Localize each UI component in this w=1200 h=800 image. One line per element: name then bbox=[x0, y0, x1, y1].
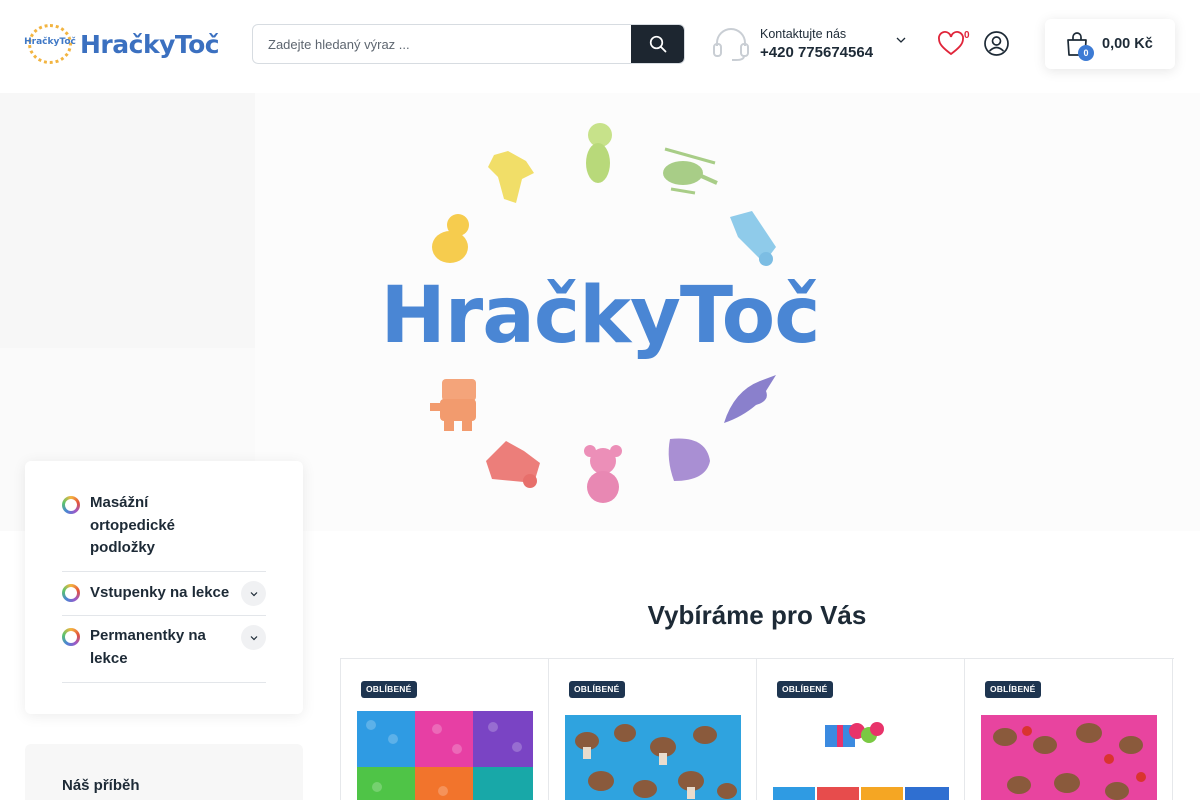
category-label: Permanentky na lekce bbox=[90, 627, 206, 667]
category-expand-toggle[interactable] bbox=[241, 625, 266, 650]
cart-total: 0,00 Kč bbox=[1102, 36, 1153, 52]
product-image-gift-set bbox=[773, 722, 949, 800]
logo-badge: HračkyToč bbox=[24, 22, 76, 66]
category-menu: Masážní ortopedické podložky Vstupenky n… bbox=[25, 461, 303, 714]
dog-toy-icon bbox=[488, 151, 534, 203]
product-badge: OBLÍBENÉ bbox=[777, 681, 833, 698]
contact-phone[interactable]: +420 775674564 bbox=[760, 44, 873, 61]
robot-toy-icon bbox=[430, 379, 476, 431]
hero-brand-logo: HračkyToč bbox=[380, 271, 820, 361]
wishlist-count: 0 bbox=[964, 30, 970, 41]
bird-toy-icon bbox=[724, 375, 776, 423]
product-badge: OBLÍBENÉ bbox=[361, 681, 417, 698]
category-expand-toggle[interactable] bbox=[241, 581, 266, 606]
search-bar bbox=[252, 24, 685, 64]
logo-badge-text: HračkyToč bbox=[24, 37, 76, 47]
category-item-lesson-passes[interactable]: Permanentky na lekce bbox=[62, 616, 266, 683]
helicopter-toy-icon bbox=[663, 147, 718, 195]
car-toy-icon bbox=[730, 211, 776, 266]
teddy-bear-toy-icon bbox=[584, 445, 622, 503]
headset-icon bbox=[713, 28, 749, 61]
section-title: Vybíráme pro Vás bbox=[647, 600, 867, 630]
leaf-toy-icon bbox=[668, 438, 710, 481]
product-card[interactable]: OBLÍBENÉ bbox=[965, 659, 1173, 800]
search-icon bbox=[649, 35, 666, 53]
wishlist-heart-icon[interactable] bbox=[937, 30, 965, 58]
product-image-multicolor-mat bbox=[357, 711, 533, 800]
product-card[interactable]: OBLÍBENÉ bbox=[757, 659, 965, 800]
product-grid: OBLÍBENÉ OBLÍBENÉ OBLÍBENÉ OBLÍBENÉ bbox=[340, 658, 1174, 800]
category-bullet-icon bbox=[62, 496, 80, 514]
user-account-icon[interactable] bbox=[983, 30, 1010, 57]
chevron-down-icon bbox=[250, 591, 257, 596]
our-story-title[interactable]: Náš příběh bbox=[62, 777, 140, 794]
category-bullet-icon bbox=[62, 584, 80, 602]
logo-wordmark: HračkyToč bbox=[80, 29, 220, 59]
category-label: Masážní ortopedické podložky bbox=[90, 494, 176, 556]
product-image-mushroom-mat-blue bbox=[565, 715, 741, 800]
our-story-card: Náš příběh bbox=[25, 744, 303, 800]
hero-left-panel bbox=[0, 93, 255, 348]
search-button[interactable] bbox=[631, 25, 684, 63]
chevron-down-icon bbox=[896, 37, 906, 43]
bottle-toy-icon bbox=[586, 123, 612, 183]
product-image-mushroom-mat-pink bbox=[981, 715, 1157, 800]
chevron-down-icon bbox=[250, 635, 257, 640]
category-label: Vstupenky na lekce bbox=[90, 584, 230, 601]
truck-toy-icon bbox=[486, 441, 540, 488]
search-input[interactable] bbox=[253, 25, 633, 63]
site-logo[interactable]: HračkyToč HračkyToč bbox=[24, 22, 222, 66]
cart-count-badge: 0 bbox=[1078, 45, 1094, 61]
contact-dropdown[interactable]: Kontaktujte nás +420 775674564 bbox=[712, 24, 912, 64]
site-header: HračkyToč HračkyToč Kontaktujte nás +420… bbox=[0, 0, 1200, 88]
category-item-lesson-tickets[interactable]: Vstupenky na lekce bbox=[62, 572, 266, 616]
category-item-massage-mats[interactable]: Masážní ortopedické podložky bbox=[62, 491, 266, 572]
contact-label: Kontaktujte nás bbox=[760, 27, 847, 41]
product-card[interactable]: OBLÍBENÉ bbox=[341, 659, 549, 800]
duck-toy-icon bbox=[432, 214, 469, 263]
product-badge: OBLÍBENÉ bbox=[985, 681, 1041, 698]
category-bullet-icon bbox=[62, 628, 80, 646]
product-card[interactable]: OBLÍBENÉ bbox=[549, 659, 757, 800]
cart-button[interactable]: 0 0,00 Kč bbox=[1045, 19, 1175, 69]
product-badge: OBLÍBENÉ bbox=[569, 681, 625, 698]
